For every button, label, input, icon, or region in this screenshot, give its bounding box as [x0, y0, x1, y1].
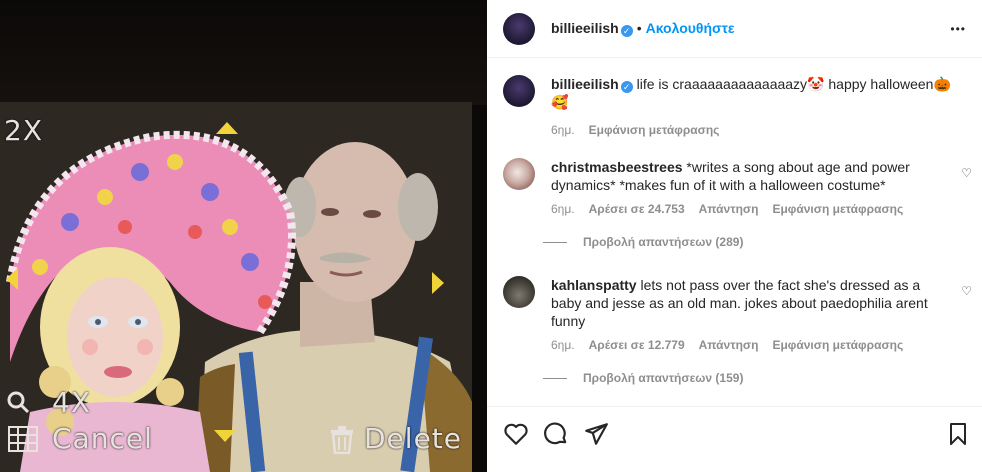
more-icon[interactable]: ••• [950, 22, 966, 36]
caption-avatar[interactable] [503, 75, 535, 107]
follow-button[interactable]: Ακολουθήστε [646, 20, 735, 36]
comment-item: christmasbeestrees *writes a song about … [543, 158, 936, 249]
caption: billieeilish ✓ life is craaaaaaaaaaaaaazy… [551, 75, 961, 137]
replies-line [543, 242, 567, 244]
post-media[interactable]: 2X 4X Cancel Delete [0, 0, 487, 472]
comment-avatar[interactable] [503, 276, 535, 308]
view-replies-label: Προβολή απαντήσεων (159) [583, 371, 744, 385]
zoom-4x-label: 4X [52, 386, 91, 419]
delete-label: Delete [364, 422, 462, 455]
bookmark-icon[interactable] [946, 421, 970, 447]
comments-list[interactable]: billieeilish ✓ life is craaaaaaaaaaaaaazy… [487, 58, 982, 406]
comment-likes[interactable]: Αρέσει σε 12.779 [589, 338, 685, 352]
heart-icon[interactable] [503, 421, 529, 447]
post-side-panel: billieeilish ✓ • Ακολουθήστε ••• billieeili… [487, 0, 982, 472]
comment-item: kahlanspatty lets not pass over the fact… [543, 276, 936, 385]
grid-icon [8, 426, 38, 452]
trash-icon [328, 424, 356, 455]
zoom-2x-label: 2X [4, 114, 43, 147]
reply-button[interactable]: Απάντηση [699, 338, 759, 352]
author-username[interactable]: billieeilish [551, 20, 619, 36]
post-header: billieeilish ✓ • Ακολουθήστε ••• [487, 0, 982, 58]
comment-avatar[interactable] [503, 158, 535, 190]
view-replies-button[interactable]: Προβολή απαντήσεων (289) [543, 235, 936, 249]
verified-icon: ✓ [620, 25, 633, 37]
comment-username[interactable]: kahlanspatty [551, 277, 637, 293]
arrow-down-icon [214, 430, 236, 442]
author-avatar[interactable] [503, 13, 535, 45]
comment-likes[interactable]: Αρέσει σε 24.753 [589, 202, 685, 216]
cancel-label: Cancel [52, 422, 153, 455]
reply-button[interactable]: Απάντηση [699, 202, 759, 216]
photo-top-background [0, 0, 487, 105]
verified-icon: ✓ [620, 81, 633, 93]
header-author-row: billieeilish ✓ • Ακολουθήστε [551, 20, 735, 37]
arrow-left-icon [6, 268, 18, 290]
caption-translate-button[interactable]: Εμφάνιση μετάφρασης [589, 123, 720, 137]
arrow-up-icon [216, 122, 238, 134]
heart-icon[interactable]: ♡ [961, 166, 972, 180]
comment-username[interactable]: christmasbeestrees [551, 159, 683, 175]
translate-button[interactable]: Εμφάνιση μετάφρασης [772, 338, 903, 352]
comment-time[interactable]: 6ημ. [551, 338, 575, 352]
view-replies-button[interactable]: Προβολή απαντήσεων (159) [543, 371, 936, 385]
heart-icon[interactable]: ♡ [961, 284, 972, 298]
replies-line [543, 378, 567, 380]
comment-icon[interactable] [543, 421, 569, 447]
comment-time[interactable]: 6ημ. [551, 202, 575, 216]
caption-time[interactable]: 6ημ. [551, 123, 575, 137]
arrow-right-icon [432, 272, 444, 294]
action-bar [487, 406, 982, 472]
view-replies-label: Προβολή απαντήσεων (289) [583, 235, 744, 249]
caption-username[interactable]: billieeilish [551, 76, 619, 92]
separator-dot: • [636, 20, 642, 36]
magnifier-icon [6, 390, 30, 414]
share-icon[interactable] [583, 421, 609, 447]
translate-button[interactable]: Εμφάνιση μετάφρασης [772, 202, 903, 216]
